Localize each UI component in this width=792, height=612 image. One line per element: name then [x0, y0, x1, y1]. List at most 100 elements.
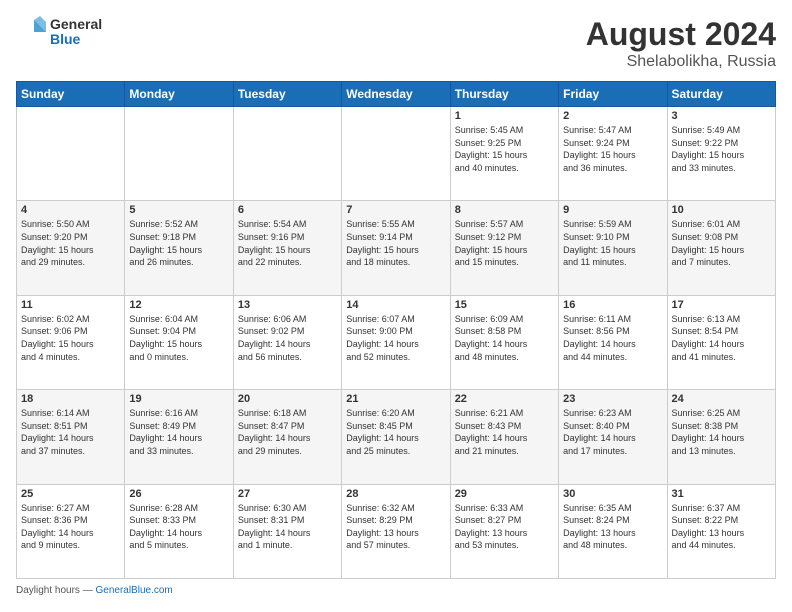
day-number: 29 — [455, 488, 554, 500]
calendar-cell: 15 Sunrise: 6:09 AM Sunset: 8:58 PM Dayli… — [450, 295, 558, 389]
day-info: Sunrise: 5:45 AM Sunset: 9:25 PM Dayligh… — [455, 124, 554, 174]
day-number: 13 — [238, 299, 337, 311]
day-info: Sunrise: 5:52 AM Sunset: 9:18 PM Dayligh… — [129, 218, 228, 268]
day-info: Sunrise: 6:13 AM Sunset: 8:54 PM Dayligh… — [672, 313, 771, 363]
day-number: 20 — [238, 393, 337, 405]
calendar-cell: 31 Sunrise: 6:37 AM Sunset: 8:22 PM Dayli… — [667, 484, 775, 578]
day-info: Sunrise: 5:49 AM Sunset: 9:22 PM Dayligh… — [672, 124, 771, 174]
weekday-header: Friday — [559, 82, 667, 107]
calendar-cell: 3 Sunrise: 5:49 AM Sunset: 9:22 PM Daylig… — [667, 107, 775, 201]
footer-note: Daylight hours — GeneralBlue.com — [16, 585, 776, 596]
day-number: 23 — [563, 393, 662, 405]
day-info: Sunrise: 6:09 AM Sunset: 8:58 PM Dayligh… — [455, 313, 554, 363]
calendar-cell: 24Sunrise: 6:25 AM Sunset: 8:38 PM Dayli… — [667, 390, 775, 484]
weekday-header: Monday — [125, 82, 233, 107]
calendar-cell: 11Sunrise: 6:02 AM Sunset: 9:06 PM Dayli… — [17, 295, 125, 389]
day-number: 16 — [563, 299, 662, 311]
calendar-cell: 2 Sunrise: 5:47 AM Sunset: 9:24 PM Daylig… — [559, 107, 667, 201]
day-number: 21 — [346, 393, 445, 405]
day-number: 6 — [238, 204, 337, 216]
logo-icon — [16, 16, 48, 48]
logo-line1: General — [50, 17, 102, 32]
calendar-cell: 8 Sunrise: 5:57 AM Sunset: 9:12 PM Daylig… — [450, 201, 558, 295]
day-number: 7 — [346, 204, 445, 216]
calendar-cell: 17 Sunrise: 6:13 AM Sunset: 8:54 PM Dayli… — [667, 295, 775, 389]
day-info: Sunrise: 6:02 AM Sunset: 9:06 PM Dayligh… — [21, 313, 120, 363]
day-info: Sunrise: 5:55 AM Sunset: 9:14 PM Dayligh… — [346, 218, 445, 268]
calendar-cell: 28Sunrise: 6:32 AM Sunset: 8:29 PM Dayli… — [342, 484, 450, 578]
calendar-cell: 20 Sunrise: 6:18 AM Sunset: 8:47 PM Dayli… — [233, 390, 341, 484]
day-info: Sunrise: 6:18 AM Sunset: 8:47 PM Dayligh… — [238, 407, 337, 457]
day-number: 2 — [563, 110, 662, 122]
day-info: Sunrise: 6:35 AM Sunset: 8:24 PM Dayligh… — [563, 502, 662, 552]
day-info: Sunrise: 5:50 AM Sunset: 9:20 PM Dayligh… — [21, 218, 120, 268]
calendar-cell: 18 Sunrise: 6:14 AM Sunset: 8:51 PM Dayli… — [17, 390, 125, 484]
day-info: Sunrise: 5:57 AM Sunset: 9:12 PM Dayligh… — [455, 218, 554, 268]
day-number: 17 — [672, 299, 771, 311]
day-info: Sunrise: 6:20 AM Sunset: 8:45 PM Dayligh… — [346, 407, 445, 457]
day-info: Sunrise: 6:32 AM Sunset: 8:29 PM Dayligh… — [346, 502, 445, 552]
calendar-cell: 25Sunrise: 6:27 AM Sunset: 8:36 PM Dayli… — [17, 484, 125, 578]
calendar-cell: 6 Sunrise: 5:54 AM Sunset: 9:16 PM Daylig… — [233, 201, 341, 295]
day-number: 22 — [455, 393, 554, 405]
day-number: 15 — [455, 299, 554, 311]
calendar-cell: 5 Sunrise: 5:52 AM Sunset: 9:18 PM Daylig… — [125, 201, 233, 295]
weekday-header: Thursday — [450, 82, 558, 107]
source-link[interactable]: GeneralBlue.com — [95, 585, 172, 596]
day-info: Sunrise: 6:33 AM Sunset: 8:27 PM Dayligh… — [455, 502, 554, 552]
day-info: Sunrise: 6:11 AM Sunset: 8:56 PM Dayligh… — [563, 313, 662, 363]
day-info: Sunrise: 6:30 AM Sunset: 8:31 PM Dayligh… — [238, 502, 337, 552]
calendar-cell: 29 Sunrise: 6:33 AM Sunset: 8:27 PM Dayli… — [450, 484, 558, 578]
day-info: Sunrise: 5:54 AM Sunset: 9:16 PM Dayligh… — [238, 218, 337, 268]
month-year: August 2024 — [586, 16, 776, 53]
day-number: 1 — [455, 110, 554, 122]
day-info: Sunrise: 6:16 AM Sunset: 8:49 PM Dayligh… — [129, 407, 228, 457]
day-number: 18 — [21, 393, 120, 405]
day-number: 5 — [129, 204, 228, 216]
title-block: August 2024 Shelabolikha, Russia — [586, 16, 776, 71]
day-info: Sunrise: 6:27 AM Sunset: 8:36 PM Dayligh… — [21, 502, 120, 552]
calendar-cell: 30Sunrise: 6:35 AM Sunset: 8:24 PM Dayli… — [559, 484, 667, 578]
day-number: 12 — [129, 299, 228, 311]
day-number: 3 — [672, 110, 771, 122]
calendar-cell: 21 Sunrise: 6:20 AM Sunset: 8:45 PM Dayli… — [342, 390, 450, 484]
day-number: 31 — [672, 488, 771, 500]
calendar-cell: 12Sunrise: 6:04 AM Sunset: 9:04 PM Dayli… — [125, 295, 233, 389]
calendar: SundayMondayTuesdayWednesdayThursdayFrid… — [16, 81, 776, 579]
day-info: Sunrise: 6:21 AM Sunset: 8:43 PM Dayligh… — [455, 407, 554, 457]
day-number: 4 — [21, 204, 120, 216]
daylight-hours-label: Daylight hours — [16, 585, 80, 596]
weekday-header: Tuesday — [233, 82, 341, 107]
calendar-cell: 9 Sunrise: 5:59 AM Sunset: 9:10 PM Daylig… — [559, 201, 667, 295]
day-number: 10 — [672, 204, 771, 216]
day-info: Sunrise: 6:14 AM Sunset: 8:51 PM Dayligh… — [21, 407, 120, 457]
day-info: Sunrise: 6:23 AM Sunset: 8:40 PM Dayligh… — [563, 407, 662, 457]
calendar-cell — [233, 107, 341, 201]
calendar-cell: 26Sunrise: 6:28 AM Sunset: 8:33 PM Dayli… — [125, 484, 233, 578]
calendar-cell: 7 Sunrise: 5:55 AM Sunset: 9:14 PM Daylig… — [342, 201, 450, 295]
page-header: General Blue August 2024 Shelabolikha, R… — [16, 16, 776, 71]
weekday-header: Saturday — [667, 82, 775, 107]
day-info: Sunrise: 6:37 AM Sunset: 8:22 PM Dayligh… — [672, 502, 771, 552]
day-number: 27 — [238, 488, 337, 500]
day-info: Sunrise: 6:28 AM Sunset: 8:33 PM Dayligh… — [129, 502, 228, 552]
day-info: Sunrise: 6:01 AM Sunset: 9:08 PM Dayligh… — [672, 218, 771, 268]
day-number: 9 — [563, 204, 662, 216]
day-info: Sunrise: 6:06 AM Sunset: 9:02 PM Dayligh… — [238, 313, 337, 363]
calendar-cell — [125, 107, 233, 201]
calendar-cell: 23 Sunrise: 6:23 AM Sunset: 8:40 PM Dayli… — [559, 390, 667, 484]
day-info: Sunrise: 5:47 AM Sunset: 9:24 PM Dayligh… — [563, 124, 662, 174]
logo-graphic: General Blue — [16, 16, 102, 48]
calendar-cell: 16 Sunrise: 6:11 AM Sunset: 8:56 PM Dayli… — [559, 295, 667, 389]
calendar-cell: 14Sunrise: 6:07 AM Sunset: 9:00 PM Dayli… — [342, 295, 450, 389]
day-number: 8 — [455, 204, 554, 216]
calendar-cell: 1 Sunrise: 5:45 AM Sunset: 9:25 PM Daylig… — [450, 107, 558, 201]
logo: General Blue — [16, 16, 102, 48]
weekday-header: Sunday — [17, 82, 125, 107]
day-info: Sunrise: 6:25 AM Sunset: 8:38 PM Dayligh… — [672, 407, 771, 457]
calendar-cell: 10 Sunrise: 6:01 AM Sunset: 9:08 PM Dayli… — [667, 201, 775, 295]
day-number: 14 — [346, 299, 445, 311]
calendar-cell: 22 Sunrise: 6:21 AM Sunset: 8:43 PM Dayli… — [450, 390, 558, 484]
calendar-cell: 27 Sunrise: 6:30 AM Sunset: 8:31 PM Dayli… — [233, 484, 341, 578]
day-info: Sunrise: 5:59 AM Sunset: 9:10 PM Dayligh… — [563, 218, 662, 268]
